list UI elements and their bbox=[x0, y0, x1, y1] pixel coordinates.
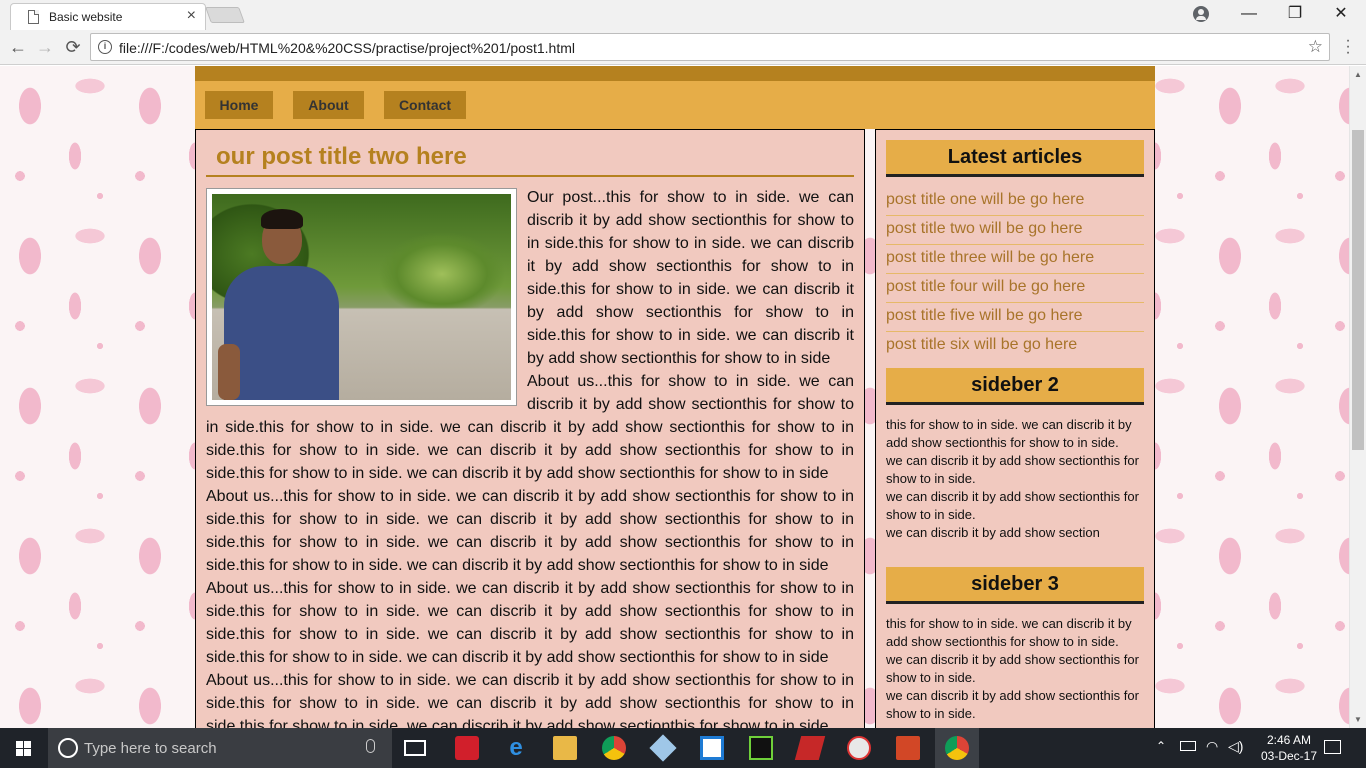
url-text[interactable]: file:///F:/codes/web/HTML%20&%20CSS/prac… bbox=[119, 40, 575, 56]
vertical-scrollbar[interactable]: ▲ ▼ bbox=[1349, 66, 1366, 728]
post-paragraph: About us...this for show to in side. we … bbox=[206, 488, 854, 574]
sidebar-2-line: we can discrib it by add show sectionthi… bbox=[886, 453, 1139, 486]
latest-articles-list: post title one will be go here post titl… bbox=[886, 187, 1144, 361]
nav-home-link[interactable]: Home bbox=[205, 91, 273, 119]
back-arrow-icon[interactable]: ← bbox=[6, 35, 30, 59]
microphone-icon[interactable] bbox=[366, 739, 375, 753]
article-link[interactable]: post title one will be go here bbox=[886, 187, 1144, 216]
forward-arrow-icon[interactable]: → bbox=[33, 35, 57, 59]
file-explorer-icon[interactable] bbox=[553, 736, 577, 760]
post-title: our post title two here bbox=[206, 140, 854, 177]
taskbar-search-box[interactable]: Type here to search bbox=[48, 728, 392, 768]
post-paragraph: About us...this for show to in side. we … bbox=[206, 672, 854, 728]
profile-icon[interactable] bbox=[1193, 6, 1209, 22]
address-bar[interactable]: i file:///F:/codes/web/HTML%20&%20CSS/pr… bbox=[90, 33, 1330, 61]
header-strip bbox=[195, 66, 1155, 81]
article-link[interactable]: post title four will be go here bbox=[886, 274, 1144, 303]
powerpoint-icon[interactable] bbox=[896, 736, 920, 760]
windows-logo-icon bbox=[16, 741, 32, 756]
sidebar-3-text: this for show to in side. we can discrib… bbox=[886, 615, 1144, 723]
browser-tab[interactable]: Basic website × bbox=[10, 3, 206, 30]
edge-browser-icon[interactable]: e bbox=[504, 736, 528, 760]
scroll-down-arrow-icon[interactable]: ▼ bbox=[1354, 715, 1362, 724]
sidebar-2-line: we can discrib it by add show section bbox=[886, 525, 1100, 540]
close-window-button[interactable]: ✕ bbox=[1318, 0, 1364, 30]
photo-person-shirt bbox=[224, 266, 339, 400]
cortana-icon bbox=[58, 738, 78, 758]
info-icon[interactable]: i bbox=[98, 40, 112, 54]
main-content: our post title two here Our post...this … bbox=[195, 129, 865, 728]
wifi-icon[interactable]: ◠ bbox=[1206, 738, 1218, 768]
browser-menu-icon[interactable]: · · · bbox=[1343, 33, 1353, 61]
battery-icon[interactable] bbox=[1180, 741, 1196, 751]
article-link[interactable]: post title two will be go here bbox=[886, 216, 1144, 245]
sidebar: Latest articles post title one will be g… bbox=[875, 129, 1155, 728]
site-navbar: Home About Contact bbox=[195, 81, 1155, 129]
website-container: Home About Contact our post title two he… bbox=[195, 66, 1155, 728]
person-photo-image bbox=[212, 194, 511, 400]
browser-toolbar: ← → ⟳ i file:///F:/codes/web/HTML%20&%20… bbox=[0, 30, 1366, 65]
sidebar-2-line: this for show to in side. we can discrib… bbox=[886, 417, 1132, 450]
3d-box-app-icon[interactable] bbox=[649, 734, 677, 762]
clock-time: 2:46 AM bbox=[1266, 733, 1312, 747]
taskbar-search-placeholder[interactable]: Type here to search bbox=[84, 740, 217, 757]
red-book-app-icon[interactable] bbox=[794, 736, 826, 760]
sidebar-2-text: this for show to in side. we can discrib… bbox=[886, 416, 1144, 542]
page-viewport: Home About Contact our post title two he… bbox=[0, 66, 1366, 728]
sidebar-3-line: we can discrib it by add show sectionthi… bbox=[886, 688, 1139, 721]
article-link[interactable]: post title six will be go here bbox=[886, 332, 1144, 361]
new-tab-button[interactable] bbox=[205, 7, 245, 23]
nav-about-link[interactable]: About bbox=[293, 91, 364, 119]
task-view-icon[interactable] bbox=[404, 740, 426, 756]
tray-chevron-icon[interactable]: ⌃ bbox=[1156, 739, 1166, 768]
paint-app-icon[interactable] bbox=[847, 736, 871, 760]
chrome-running-icon bbox=[945, 736, 969, 760]
taskbar-clock[interactable]: 2:46 AM 03-Dec-17 bbox=[1254, 732, 1324, 764]
article-link[interactable]: post title three will be go here bbox=[886, 245, 1144, 274]
volume-icon[interactable]: ◁) bbox=[1228, 738, 1243, 768]
reload-icon[interactable]: ⟳ bbox=[61, 35, 85, 59]
scroll-up-arrow-icon[interactable]: ▲ bbox=[1354, 70, 1362, 79]
post-photo bbox=[206, 188, 517, 406]
sidebar-3-line: we can discrib it by add show sectionthi… bbox=[886, 652, 1139, 685]
tab-close-icon[interactable]: × bbox=[187, 7, 196, 25]
bookmark-star-icon[interactable]: ☆ bbox=[1308, 37, 1323, 57]
action-center-icon[interactable] bbox=[1324, 740, 1341, 754]
maximize-button[interactable]: ❐ bbox=[1272, 0, 1318, 30]
sidebar-3-line: this for show to in side. we can discrib… bbox=[886, 616, 1132, 649]
page-icon bbox=[28, 10, 39, 24]
photo-person-arm bbox=[218, 344, 240, 400]
tab-strip: Basic website × — ❐ ✕ bbox=[0, 0, 1366, 30]
sidebar-2-line: we can discrib it by add show sectionthi… bbox=[886, 489, 1139, 522]
taskbar: Type here to search e ⌃ ◠ ◁) 2:46 AM 03-… bbox=[0, 728, 1366, 768]
clock-date: 03-Dec-17 bbox=[1260, 749, 1318, 763]
minimize-button[interactable]: — bbox=[1226, 0, 1272, 30]
post-body: Our post...this for show to in side. we … bbox=[206, 186, 854, 728]
photo-person-hair bbox=[261, 209, 303, 229]
start-button[interactable] bbox=[0, 728, 48, 768]
sidebar-2-heading: sideber 2 bbox=[886, 368, 1144, 405]
terminal-app-icon[interactable] bbox=[749, 736, 773, 760]
nav-contact-link[interactable]: Contact bbox=[384, 91, 466, 119]
code-editor-icon[interactable] bbox=[700, 736, 724, 760]
post-paragraph: About us...this for show to in side. we … bbox=[206, 580, 854, 666]
scroll-thumb[interactable] bbox=[1352, 130, 1364, 450]
downloader-app-icon[interactable] bbox=[455, 736, 479, 760]
tab-title: Basic website bbox=[49, 10, 123, 24]
chrome-icon[interactable] bbox=[602, 736, 626, 760]
latest-articles-heading: Latest articles bbox=[886, 140, 1144, 177]
sidebar-3-heading: sideber 3 bbox=[886, 567, 1144, 604]
article-link[interactable]: post title five will be go here bbox=[886, 303, 1144, 332]
chrome-running-task[interactable] bbox=[935, 728, 979, 768]
